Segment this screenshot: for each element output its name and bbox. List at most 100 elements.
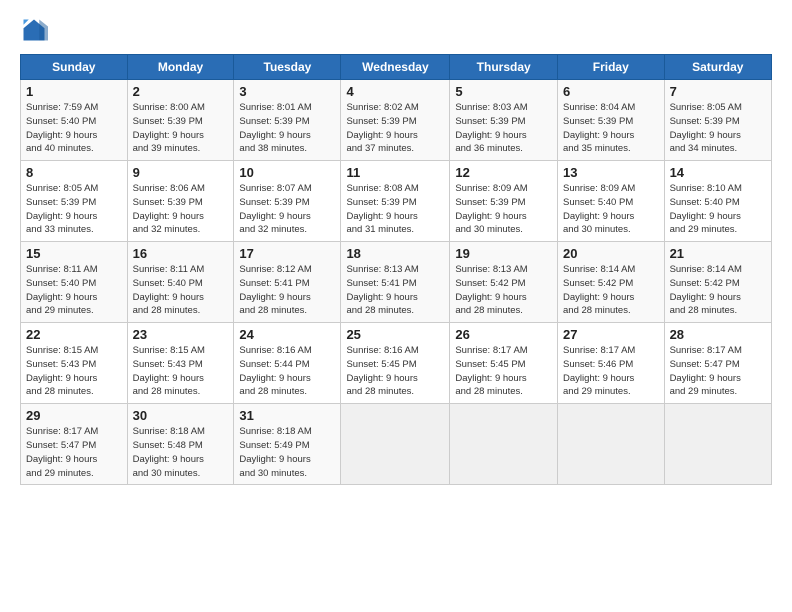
day-number: 4 — [346, 84, 444, 99]
calendar-header: SundayMondayTuesdayWednesdayThursdayFrid… — [21, 55, 772, 80]
day-number: 18 — [346, 246, 444, 261]
calendar-cell: 6 Sunrise: 8:04 AM Sunset: 5:39 PM Daylig… — [558, 80, 665, 161]
day-number: 15 — [26, 246, 122, 261]
calendar-cell: 22Sunrise: 8:15 AM Sunset: 5:43 PM Dayli… — [21, 323, 128, 404]
day-info: Sunrise: 8:11 AM Sunset: 5:40 PM Dayligh… — [133, 263, 229, 318]
day-info: Sunrise: 8:09 AM Sunset: 5:39 PM Dayligh… — [455, 182, 552, 237]
day-header-saturday: Saturday — [664, 55, 771, 80]
day-info: Sunrise: 8:05 AM Sunset: 5:39 PM Dayligh… — [26, 182, 122, 237]
week-row-2: 15 Sunrise: 8:11 AM Sunset: 5:40 PM Dayli… — [21, 242, 772, 323]
day-info: Sunrise: 8:00 AM Sunset: 5:39 PM Dayligh… — [133, 101, 229, 156]
day-info: Sunrise: 8:06 AM Sunset: 5:39 PM Dayligh… — [133, 182, 229, 237]
day-info: Sunrise: 8:11 AM Sunset: 5:40 PM Dayligh… — [26, 263, 122, 318]
calendar-cell: 16 Sunrise: 8:11 AM Sunset: 5:40 PM Dayli… — [127, 242, 234, 323]
day-header-wednesday: Wednesday — [341, 55, 450, 80]
day-info: Sunrise: 8:13 AM Sunset: 5:42 PM Dayligh… — [455, 263, 552, 318]
day-info: Sunrise: 8:18 AM Sunset: 5:48 PM Dayligh… — [133, 425, 229, 480]
calendar-cell: 24 Sunrise: 8:16 AM Sunset: 5:44 PM Dayli… — [234, 323, 341, 404]
day-number: 20 — [563, 246, 659, 261]
calendar-cell: 30 Sunrise: 8:18 AM Sunset: 5:48 PM Dayli… — [127, 404, 234, 485]
day-info: Sunrise: 8:16 AM Sunset: 5:45 PM Dayligh… — [346, 344, 444, 399]
calendar-cell: 13 Sunrise: 8:09 AM Sunset: 5:40 PM Dayli… — [558, 161, 665, 242]
day-info: Sunrise: 8:05 AM Sunset: 5:39 PM Dayligh… — [670, 101, 766, 156]
calendar-cell: 7 Sunrise: 8:05 AM Sunset: 5:39 PM Daylig… — [664, 80, 771, 161]
day-number: 14 — [670, 165, 766, 180]
day-number: 26 — [455, 327, 552, 342]
day-header-monday: Monday — [127, 55, 234, 80]
day-header-thursday: Thursday — [450, 55, 558, 80]
calendar-cell: 1Sunrise: 7:59 AM Sunset: 5:40 PM Daylig… — [21, 80, 128, 161]
calendar-page: SundayMondayTuesdayWednesdayThursdayFrid… — [0, 0, 792, 612]
day-header-friday: Friday — [558, 55, 665, 80]
calendar-cell: 28 Sunrise: 8:17 AM Sunset: 5:47 PM Dayli… — [664, 323, 771, 404]
day-number: 27 — [563, 327, 659, 342]
day-header-row: SundayMondayTuesdayWednesdayThursdayFrid… — [21, 55, 772, 80]
calendar-cell: 15 Sunrise: 8:11 AM Sunset: 5:40 PM Dayli… — [21, 242, 128, 323]
day-number: 9 — [133, 165, 229, 180]
day-info: Sunrise: 8:09 AM Sunset: 5:40 PM Dayligh… — [563, 182, 659, 237]
day-info: Sunrise: 8:17 AM Sunset: 5:46 PM Dayligh… — [563, 344, 659, 399]
week-row-3: 22Sunrise: 8:15 AM Sunset: 5:43 PM Dayli… — [21, 323, 772, 404]
calendar-cell: 11 Sunrise: 8:08 AM Sunset: 5:39 PM Dayli… — [341, 161, 450, 242]
day-info: Sunrise: 8:17 AM Sunset: 5:45 PM Dayligh… — [455, 344, 552, 399]
logo-icon — [20, 16, 48, 44]
calendar-cell: 19Sunrise: 8:13 AM Sunset: 5:42 PM Dayli… — [450, 242, 558, 323]
calendar-cell: 5 Sunrise: 8:03 AM Sunset: 5:39 PM Daylig… — [450, 80, 558, 161]
day-info: Sunrise: 8:18 AM Sunset: 5:49 PM Dayligh… — [239, 425, 335, 480]
day-number: 8 — [26, 165, 122, 180]
week-row-4: 29Sunrise: 8:17 AM Sunset: 5:47 PM Dayli… — [21, 404, 772, 485]
day-number: 10 — [239, 165, 335, 180]
header — [20, 16, 772, 44]
calendar-cell: 8 Sunrise: 8:05 AM Sunset: 5:39 PM Daylig… — [21, 161, 128, 242]
day-info: Sunrise: 8:07 AM Sunset: 5:39 PM Dayligh… — [239, 182, 335, 237]
day-info: Sunrise: 8:02 AM Sunset: 5:39 PM Dayligh… — [346, 101, 444, 156]
calendar-cell: 4 Sunrise: 8:02 AM Sunset: 5:39 PM Daylig… — [341, 80, 450, 161]
calendar-cell: 12Sunrise: 8:09 AM Sunset: 5:39 PM Dayli… — [450, 161, 558, 242]
day-number: 16 — [133, 246, 229, 261]
day-number: 1 — [26, 84, 122, 99]
day-info: Sunrise: 8:04 AM Sunset: 5:39 PM Dayligh… — [563, 101, 659, 156]
day-info: Sunrise: 8:17 AM Sunset: 5:47 PM Dayligh… — [670, 344, 766, 399]
calendar-cell: 26 Sunrise: 8:17 AM Sunset: 5:45 PM Dayli… — [450, 323, 558, 404]
calendar-cell — [664, 404, 771, 485]
calendar-cell: 9 Sunrise: 8:06 AM Sunset: 5:39 PM Daylig… — [127, 161, 234, 242]
calendar-cell: 25 Sunrise: 8:16 AM Sunset: 5:45 PM Dayli… — [341, 323, 450, 404]
day-number: 11 — [346, 165, 444, 180]
day-number: 23 — [133, 327, 229, 342]
day-info: Sunrise: 8:16 AM Sunset: 5:44 PM Dayligh… — [239, 344, 335, 399]
calendar-cell — [450, 404, 558, 485]
day-info: Sunrise: 8:14 AM Sunset: 5:42 PM Dayligh… — [563, 263, 659, 318]
day-number: 5 — [455, 84, 552, 99]
day-number: 17 — [239, 246, 335, 261]
day-number: 13 — [563, 165, 659, 180]
day-number: 29 — [26, 408, 122, 423]
calendar-cell: 20 Sunrise: 8:14 AM Sunset: 5:42 PM Dayli… — [558, 242, 665, 323]
week-row-0: 1Sunrise: 7:59 AM Sunset: 5:40 PM Daylig… — [21, 80, 772, 161]
calendar-cell: 17 Sunrise: 8:12 AM Sunset: 5:41 PM Dayli… — [234, 242, 341, 323]
calendar-cell: 23 Sunrise: 8:15 AM Sunset: 5:43 PM Dayli… — [127, 323, 234, 404]
day-header-sunday: Sunday — [21, 55, 128, 80]
day-number: 24 — [239, 327, 335, 342]
week-row-1: 8 Sunrise: 8:05 AM Sunset: 5:39 PM Daylig… — [21, 161, 772, 242]
day-number: 6 — [563, 84, 659, 99]
day-info: Sunrise: 8:10 AM Sunset: 5:40 PM Dayligh… — [670, 182, 766, 237]
day-info: Sunrise: 8:03 AM Sunset: 5:39 PM Dayligh… — [455, 101, 552, 156]
day-number: 25 — [346, 327, 444, 342]
calendar-cell: 27 Sunrise: 8:17 AM Sunset: 5:46 PM Dayli… — [558, 323, 665, 404]
day-info: Sunrise: 8:08 AM Sunset: 5:39 PM Dayligh… — [346, 182, 444, 237]
day-info: Sunrise: 8:01 AM Sunset: 5:39 PM Dayligh… — [239, 101, 335, 156]
calendar-cell: 18Sunrise: 8:13 AM Sunset: 5:41 PM Dayli… — [341, 242, 450, 323]
day-info: Sunrise: 8:15 AM Sunset: 5:43 PM Dayligh… — [133, 344, 229, 399]
day-header-tuesday: Tuesday — [234, 55, 341, 80]
logo — [20, 16, 52, 44]
day-number: 2 — [133, 84, 229, 99]
day-number: 7 — [670, 84, 766, 99]
calendar-cell: 21Sunrise: 8:14 AM Sunset: 5:42 PM Dayli… — [664, 242, 771, 323]
day-info: Sunrise: 8:12 AM Sunset: 5:41 PM Dayligh… — [239, 263, 335, 318]
day-info: Sunrise: 8:15 AM Sunset: 5:43 PM Dayligh… — [26, 344, 122, 399]
day-number: 30 — [133, 408, 229, 423]
day-number: 3 — [239, 84, 335, 99]
calendar-cell: 29Sunrise: 8:17 AM Sunset: 5:47 PM Dayli… — [21, 404, 128, 485]
day-number: 21 — [670, 246, 766, 261]
day-number: 28 — [670, 327, 766, 342]
